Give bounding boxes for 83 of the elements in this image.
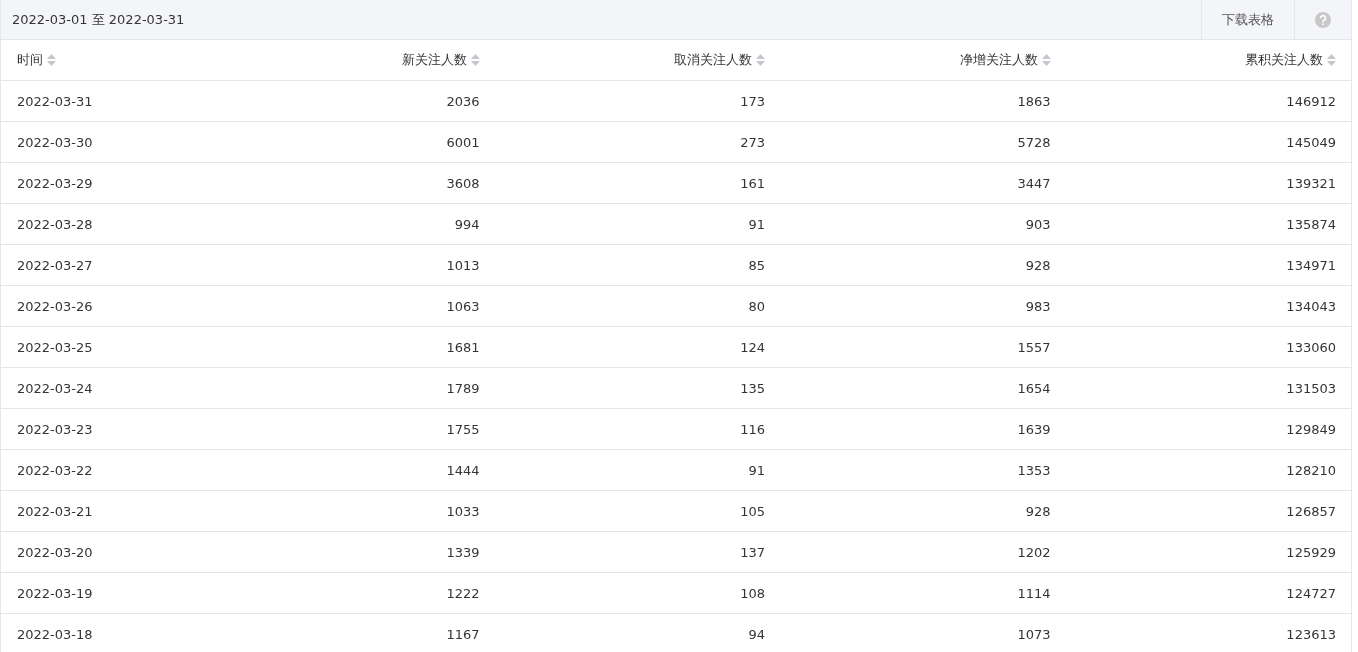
table-cell: 2022-03-21 bbox=[17, 503, 93, 519]
sort-icon[interactable] bbox=[47, 54, 56, 66]
table-cell: 80 bbox=[748, 298, 765, 314]
column-header[interactable]: 取消关注人数 bbox=[674, 51, 752, 69]
table-cell: 108 bbox=[740, 585, 765, 601]
table-cell: 1063 bbox=[446, 298, 480, 314]
table-cell: 3447 bbox=[1017, 175, 1051, 191]
table-cell: 2022-03-25 bbox=[17, 339, 93, 355]
table-cell: 1789 bbox=[446, 380, 480, 396]
column-header[interactable]: 累积关注人数 bbox=[1245, 51, 1323, 69]
table-cell: 2022-03-30 bbox=[17, 134, 93, 150]
table-cell: 91 bbox=[748, 216, 765, 232]
download-button[interactable]: 下载表格 bbox=[1201, 0, 1294, 39]
table-cell: 173 bbox=[740, 93, 765, 109]
table-cell: 135 bbox=[740, 380, 765, 396]
table-cell: 928 bbox=[1025, 503, 1051, 519]
table-cell: 135874 bbox=[1286, 216, 1336, 232]
table-cell: 1557 bbox=[1017, 339, 1051, 355]
table-cell: 1222 bbox=[446, 585, 480, 601]
column-header[interactable]: 新关注人数 bbox=[401, 51, 467, 69]
table-cell: 128210 bbox=[1286, 462, 1336, 478]
table-cell: 1639 bbox=[1017, 421, 1051, 437]
table-cell: 91 bbox=[748, 462, 765, 478]
table-cell: 105 bbox=[740, 503, 765, 519]
table-cell: 1863 bbox=[1017, 93, 1051, 109]
table-cell: 6001 bbox=[446, 134, 480, 150]
table-cell: 131503 bbox=[1286, 380, 1336, 396]
sort-icon[interactable] bbox=[1327, 54, 1336, 66]
table-cell: 1339 bbox=[446, 544, 480, 560]
table-cell: 124 bbox=[740, 339, 765, 355]
table-cell: 903 bbox=[1025, 216, 1051, 232]
table-cell: 2022-03-29 bbox=[17, 175, 93, 191]
table-cell: 2022-03-24 bbox=[17, 380, 93, 396]
table-cell: 2022-03-26 bbox=[17, 298, 93, 314]
table-cell: 1755 bbox=[446, 421, 480, 437]
table-cell: 126857 bbox=[1286, 503, 1336, 519]
table-cell: 1114 bbox=[1017, 585, 1051, 601]
column-header[interactable]: 时间 bbox=[17, 51, 43, 69]
table-cell: 1681 bbox=[446, 339, 480, 355]
table-cell: 1353 bbox=[1017, 462, 1051, 478]
table-cell: 2022-03-28 bbox=[17, 216, 93, 232]
table-cell: 1202 bbox=[1017, 544, 1051, 560]
table-cell: 2022-03-22 bbox=[17, 462, 93, 478]
table-cell: 139321 bbox=[1286, 175, 1336, 191]
table-cell: 2022-03-19 bbox=[17, 585, 93, 601]
table-cell: 1073 bbox=[1017, 626, 1051, 642]
table-cell: 2022-03-27 bbox=[17, 257, 93, 273]
table-cell: 145049 bbox=[1286, 134, 1336, 150]
table-cell: 123613 bbox=[1286, 626, 1336, 642]
column-header[interactable]: 净增关注人数 bbox=[959, 51, 1038, 69]
table-cell: 3608 bbox=[446, 175, 480, 191]
table-cell: 125929 bbox=[1286, 544, 1336, 560]
table-cell: 134043 bbox=[1286, 298, 1336, 314]
table-cell: 2022-03-20 bbox=[17, 544, 93, 560]
table-cell: 2022-03-23 bbox=[17, 421, 93, 437]
table-cell: 116 bbox=[740, 421, 765, 437]
table-cell: 1444 bbox=[446, 462, 480, 478]
table-cell: 983 bbox=[1025, 298, 1051, 314]
table-cell: 2036 bbox=[446, 93, 480, 109]
sort-icon[interactable] bbox=[470, 54, 480, 66]
table-cell: 1654 bbox=[1017, 380, 1051, 396]
table-cell: 1013 bbox=[446, 257, 480, 273]
date-range: 2022-03-01 至 2022-03-31 bbox=[11, 10, 186, 29]
table-cell: 1167 bbox=[446, 626, 480, 642]
table-cell: 146912 bbox=[1286, 93, 1336, 109]
table-cell: 2022-03-31 bbox=[17, 93, 93, 109]
table-cell: 134971 bbox=[1286, 257, 1336, 273]
help-icon[interactable] bbox=[1315, 11, 1331, 28]
table-cell: 85 bbox=[748, 257, 765, 273]
table-cell: 161 bbox=[740, 175, 765, 191]
table-cell: 273 bbox=[740, 134, 765, 150]
table-cell: 129849 bbox=[1286, 421, 1336, 437]
table-cell: 1033 bbox=[446, 503, 480, 519]
table-cell: 133060 bbox=[1286, 339, 1336, 355]
sort-icon[interactable] bbox=[1041, 54, 1051, 66]
table-cell: 994 bbox=[454, 216, 480, 232]
table-cell: 137 bbox=[740, 544, 765, 560]
table-cell: 94 bbox=[748, 626, 765, 642]
table-cell: 2022-03-18 bbox=[17, 626, 93, 642]
table-cell: 928 bbox=[1025, 257, 1051, 273]
sort-icon[interactable] bbox=[756, 54, 765, 66]
table-cell: 124727 bbox=[1286, 585, 1336, 601]
table-cell: 5728 bbox=[1017, 134, 1051, 150]
